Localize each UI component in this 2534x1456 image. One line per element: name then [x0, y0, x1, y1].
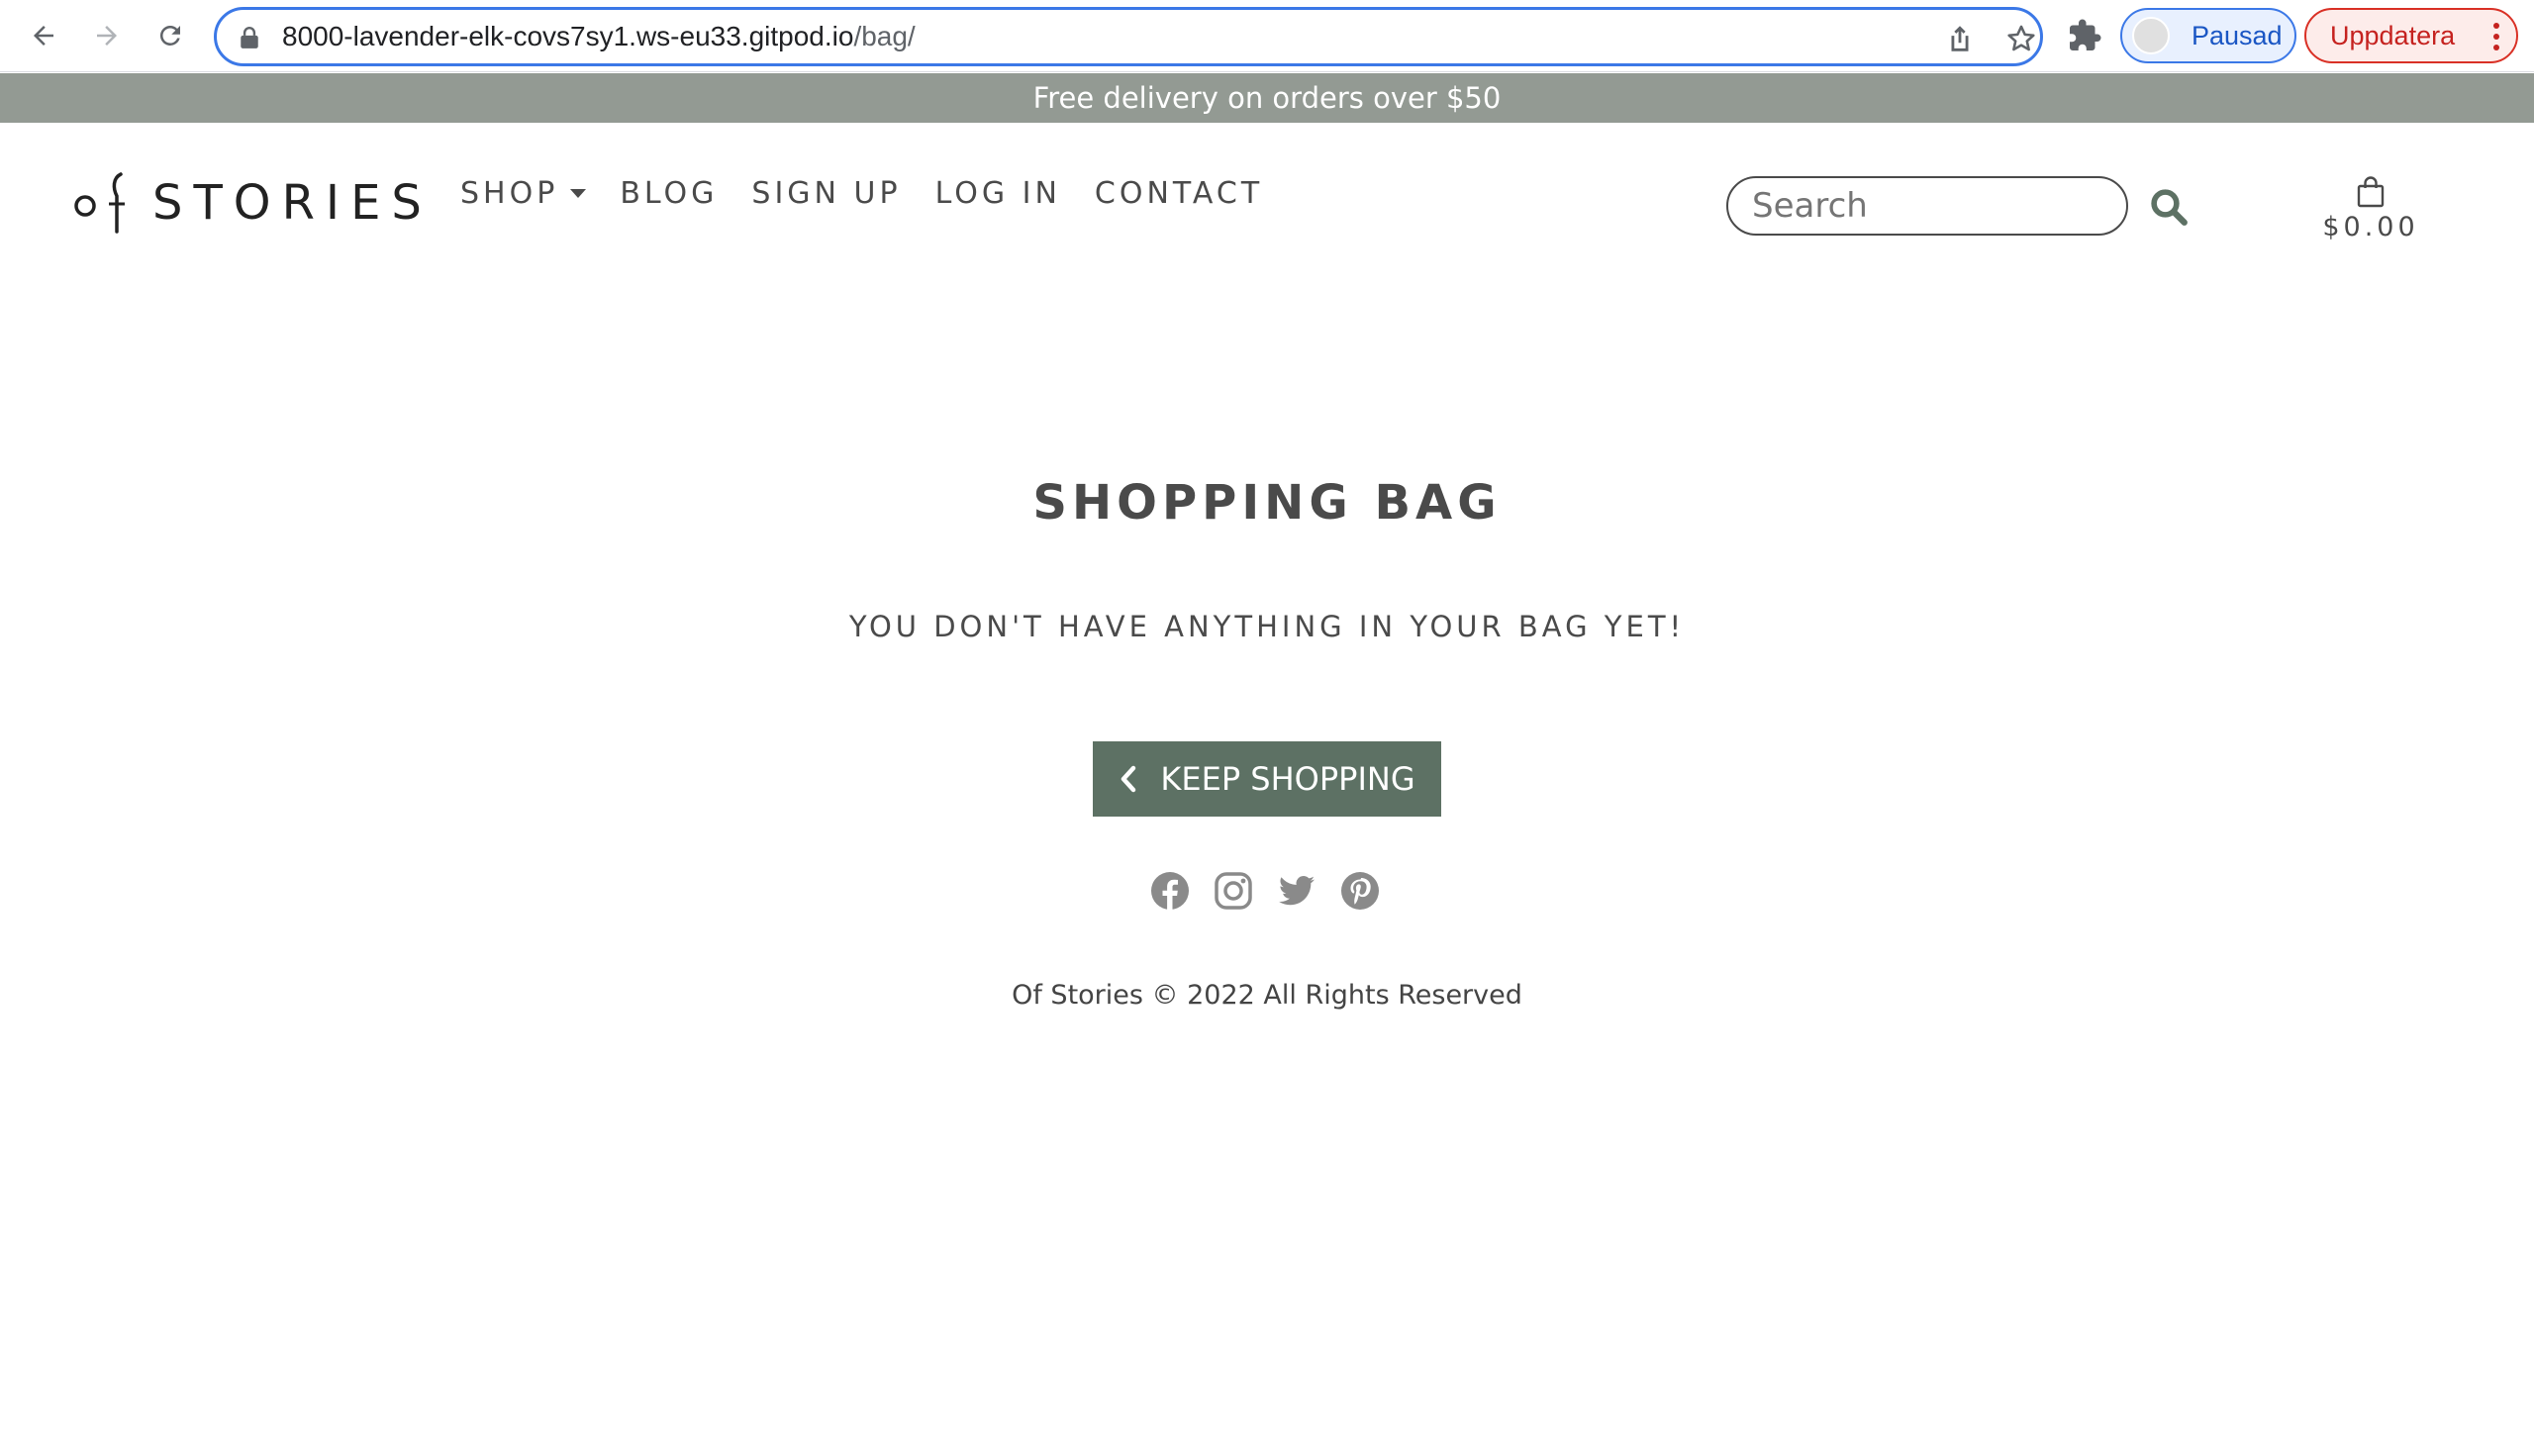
url-text: 8000-lavender-elk-covs7sy1.ws-eu33.gitpo… [282, 20, 916, 53]
announcement-bar: Free delivery on orders over $50 [0, 73, 2534, 123]
instagram-icon[interactable] [1214, 871, 1253, 911]
page-title: SHOPPING BAG [1032, 475, 1502, 531]
copyright-text: Of Stories © 2022 All Rights Reserved [1012, 980, 1522, 1011]
profile-label: Pausad [2192, 20, 2283, 50]
twitter-icon[interactable] [1277, 871, 1316, 911]
empty-bag-message: YOU DON'T HAVE ANYTHING IN YOUR BAG YET! [848, 610, 1686, 643]
url-path: /bag/ [853, 21, 916, 51]
forward-button[interactable] [85, 14, 129, 57]
share-icon[interactable] [1943, 22, 1977, 55]
nav-sign-up[interactable]: SIGN UP [751, 176, 901, 211]
social-links [1150, 871, 1404, 911]
search-icon[interactable] [2148, 186, 2190, 228]
update-label: Uppdatera [2330, 20, 2456, 50]
main-navigation: SHOP BLOG SIGN UP LOG IN CONTACT [460, 176, 1297, 211]
reload-icon [159, 25, 180, 46]
address-bar[interactable]: 8000-lavender-elk-covs7sy1.ws-eu33.gitpo… [214, 7, 2043, 66]
search-input[interactable] [1728, 178, 2126, 234]
search-field-wrapper [1726, 176, 2128, 236]
nav-contact[interactable]: CONTACT [1095, 176, 1263, 211]
logo-wordmark: STORIES [152, 175, 433, 231]
avatar [2132, 17, 2170, 54]
nav-shop-label: SHOP [460, 176, 559, 211]
keep-shopping-button[interactable]: KEEP SHOPPING [1093, 741, 1441, 817]
profile-button[interactable]: Pausad [2120, 8, 2296, 63]
keep-shopping-label: KEEP SHOPPING [1160, 760, 1415, 798]
url-host: 8000-lavender-elk-covs7sy1.ws-eu33.gitpo… [282, 21, 854, 51]
shopping-bag-icon [2357, 176, 2385, 208]
browser-toolbar: 8000-lavender-elk-covs7sy1.ws-eu33.gitpo… [0, 0, 2534, 72]
update-button[interactable]: Uppdatera [2304, 8, 2518, 63]
pinterest-icon[interactable] [1340, 871, 1380, 911]
reload-button[interactable] [148, 14, 192, 57]
facebook-icon[interactable] [1150, 871, 1190, 911]
lock-icon [241, 27, 258, 49]
bookmark-star-icon[interactable] [2004, 22, 2038, 55]
arrow-right-icon [97, 26, 117, 46]
nav-blog[interactable]: BLOG [620, 176, 718, 211]
nav-shop[interactable]: SHOP [460, 176, 587, 211]
shopping-bag-link[interactable]: $0.00 [2316, 176, 2425, 247]
bag-total: $0.00 [2322, 212, 2419, 243]
more-vertical-icon [2493, 23, 2499, 50]
of-logo-mark-icon [74, 172, 125, 234]
caret-down-icon [570, 188, 587, 198]
nav-log-in[interactable]: LOG IN [935, 176, 1061, 211]
arrow-left-icon [34, 26, 53, 46]
announcement-text: Free delivery on orders over $50 [1032, 81, 1502, 115]
site-logo[interactable]: STORIES [71, 170, 433, 236]
chevron-left-icon [1121, 765, 1136, 793]
back-button[interactable] [22, 14, 65, 57]
extensions-puzzle-icon[interactable] [2067, 18, 2102, 53]
